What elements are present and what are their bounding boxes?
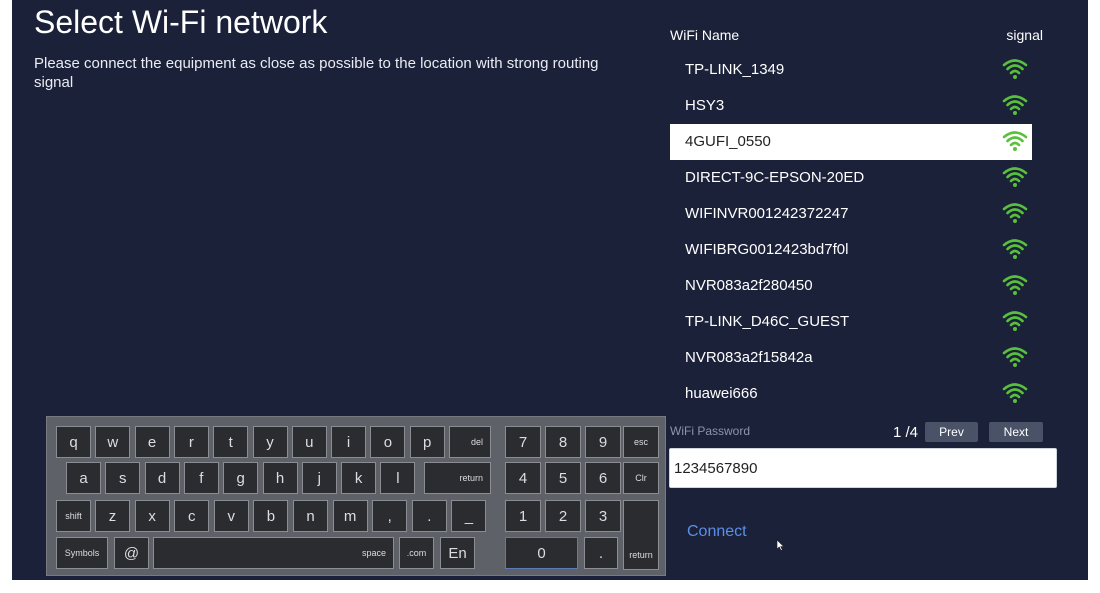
password-label: WiFi Password [670,424,751,438]
wifi-network-name: TP-LINK_1349 [685,61,785,78]
wifi-signal-icon [1002,59,1028,79]
key-num-0[interactable]: 0 [505,537,578,569]
wifi-signal-icon [1002,167,1028,187]
wifi-network-name: huawei666 [685,385,758,402]
key-b[interactable]: b [253,500,289,532]
key-h[interactable]: h [262,462,298,494]
wifi-network-list: TP-LINK_1349 HSY3 4GUFI_0550 DIRECT-9C-EPSO… [670,52,1032,412]
connect-button[interactable]: Connect [687,523,747,541]
wifi-network-item[interactable]: NVR083a2f280450 [670,268,1032,304]
key-clr[interactable]: Clr [623,462,659,494]
key-r[interactable]: r [173,426,209,458]
wifi-signal-icon [1002,131,1028,151]
key-shift[interactable]: shift [56,500,91,532]
key-n[interactable]: n [293,500,328,532]
wifi-network-name: NVR083a2f15842a [685,349,813,366]
wifi-network-item[interactable]: WIFIBRG0012423bd7f0l [670,232,1032,268]
mouse-cursor-icon [777,540,785,551]
wifi-network-item[interactable]: HSY3 [670,88,1032,124]
key-k[interactable]: k [341,462,377,494]
on-screen-keyboard: q w e r t y u i o p del a s d f g h j k l return shift z x c v b n m… [46,416,666,576]
key-u[interactable]: u [291,426,327,458]
key-language[interactable]: En [440,537,475,569]
key-x[interactable]: x [134,500,170,532]
wifi-network-item[interactable]: NVR083a2f15842a [670,340,1032,376]
key-num-dot[interactable]: . [584,537,618,569]
wifi-signal-icon [1002,311,1028,331]
key-j[interactable]: j [301,462,337,494]
key-num-return[interactable]: return [623,500,659,570]
wifi-network-item[interactable]: TP-LINK_D46C_GUEST [670,304,1032,340]
page-indicator: 1 /4 [893,424,919,441]
key-num-4[interactable]: 4 [505,462,541,494]
key-num-1[interactable]: 1 [505,500,541,532]
page-title: Select Wi-Fi network [34,4,328,40]
signal-header: signal [1006,27,1043,43]
wifi-signal-icon [1002,275,1028,295]
key-comma[interactable]: , [372,500,408,532]
key-i[interactable]: i [331,426,367,458]
wifi-network-name: TP-LINK_D46C_GUEST [685,313,850,330]
wifi-signal-icon [1002,347,1028,367]
wifi-signal-icon [1002,383,1028,403]
key-q[interactable]: q [56,426,91,458]
key-a[interactable]: a [66,462,101,494]
wifi-network-name: HSY3 [685,97,725,114]
key-o[interactable]: o [370,426,406,458]
key-at[interactable]: @ [114,537,149,569]
key-return[interactable]: return [424,462,491,494]
key-e[interactable]: e [134,426,170,458]
key-c[interactable]: c [174,500,210,532]
key-del[interactable]: del [449,426,491,458]
key-z[interactable]: z [95,500,130,532]
key-g[interactable]: g [223,462,259,494]
wifi-signal-icon [1002,95,1028,115]
wifi-signal-icon [1002,203,1028,223]
key-s[interactable]: s [105,462,141,494]
wifi-network-item[interactable]: WIFINVR001242372247 [670,196,1032,232]
key-m[interactable]: m [332,500,368,532]
key-v[interactable]: v [213,500,249,532]
key-symbols[interactable]: Symbols [56,537,108,569]
key-esc[interactable]: esc [623,426,659,458]
key-p[interactable]: p [409,426,445,458]
key-d[interactable]: d [144,462,180,494]
key-num-8[interactable]: 8 [545,426,581,458]
next-button[interactable]: Next [989,422,1043,442]
key-t[interactable]: t [213,426,249,458]
key-period[interactable]: . [411,500,447,532]
key-num-5[interactable]: 5 [545,462,581,494]
key-l[interactable]: l [380,462,416,494]
key-num-9[interactable]: 9 [585,426,621,458]
wifi-network-item[interactable]: 4GUFI_0550 [670,124,1032,160]
key-num-6[interactable]: 6 [585,462,621,494]
wifi-name-header: WiFi Name [670,27,740,43]
wifi-network-item[interactable]: huawei666 [670,376,1032,412]
page-subtitle: Please connect the equipment as close as… [34,55,599,91]
key-dotcom[interactable]: .com [399,537,434,569]
key-underscore[interactable]: _ [451,500,487,532]
wifi-network-name: NVR083a2f280450 [685,277,813,294]
wifi-signal-icon [1002,239,1028,259]
key-num-3[interactable]: 3 [585,500,621,532]
wifi-network-name: 4GUFI_0550 [685,133,771,150]
key-y[interactable]: y [252,426,288,458]
key-num-7[interactable]: 7 [505,426,541,458]
wifi-network-item[interactable]: TP-LINK_1349 [670,52,1032,88]
wifi-list-header: WiFi Name signal [670,27,1043,45]
wifi-network-item[interactable]: DIRECT-9C-EPSON-20ED [670,160,1032,196]
key-f[interactable]: f [183,462,219,494]
key-space[interactable]: space [153,537,394,569]
password-input[interactable] [669,448,1057,488]
wifi-network-name: DIRECT-9C-EPSON-20ED [685,169,865,186]
key-num-2[interactable]: 2 [545,500,581,532]
tv-screen: Select Wi-Fi network Please connect the … [12,0,1088,580]
key-w[interactable]: w [95,426,131,458]
prev-button[interactable]: Prev [925,422,978,442]
wifi-network-name: WIFINVR001242372247 [685,205,849,222]
wifi-network-name: WIFIBRG0012423bd7f0l [685,241,849,258]
